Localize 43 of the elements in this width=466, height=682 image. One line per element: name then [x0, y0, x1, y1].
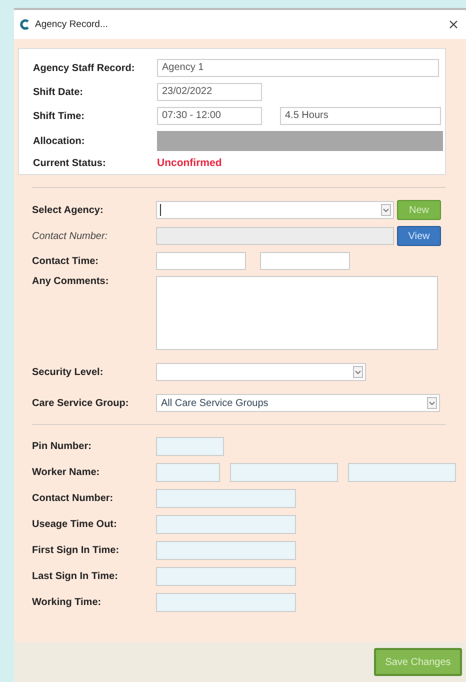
field-label: Select Agency: — [32, 204, 104, 216]
input-field[interactable] — [156, 567, 296, 586]
input-field[interactable] — [156, 489, 296, 508]
status-text: Unconfirmed — [157, 157, 222, 169]
shift-date-field[interactable]: 23/02/2022 — [157, 83, 262, 101]
field-label: Useage Time Out: — [32, 519, 118, 530]
input-field[interactable] — [156, 515, 296, 534]
duration-field[interactable]: 4.5 Hours — [280, 107, 441, 125]
field-label: First Sign In Time: — [32, 545, 120, 556]
shift-time-field[interactable]: 07:30 - 12:00 — [157, 107, 262, 125]
input-field[interactable] — [156, 593, 296, 612]
field-label: Care Service Group: — [32, 398, 130, 408]
field-label: Shift Time: — [33, 110, 86, 122]
care-service-group-dropdown[interactable]: All Care Service Groups — [156, 394, 440, 412]
field-label: Pin Number: — [32, 441, 92, 452]
close-icon[interactable] — [449, 20, 458, 29]
view-button[interactable]: View — [397, 226, 441, 246]
agency-record-field[interactable]: Agency 1 — [157, 59, 439, 77]
field-label: Working Time: — [32, 597, 102, 608]
window-title: Agency Record... — [35, 19, 109, 30]
logo-icon — [20, 19, 29, 30]
input-field[interactable] — [156, 463, 220, 482]
contact-time-field[interactable] — [260, 252, 350, 270]
input-field[interactable] — [156, 541, 296, 560]
field-label: Contact Number: — [32, 493, 114, 504]
field-label: Worker Name: — [32, 467, 101, 478]
input-field[interactable] — [230, 463, 338, 482]
field-label: Contact Time: — [32, 256, 100, 266]
field-label: Agency Staff Record: — [33, 62, 136, 74]
input-field[interactable] — [156, 437, 224, 456]
comments-field[interactable] — [156, 276, 438, 350]
field-label: Current Status: — [33, 158, 107, 168]
security-level-dropdown[interactable] — [156, 363, 366, 381]
field-label: Last Sign In Time: — [32, 571, 119, 582]
input-field[interactable] — [348, 463, 456, 482]
field-label: Allocation: — [33, 136, 86, 146]
contact-number-field[interactable] — [156, 227, 394, 245]
field-label: Security Level: — [32, 366, 104, 378]
agency-dropdown[interactable] — [156, 201, 394, 219]
contact-time-field[interactable] — [156, 252, 246, 270]
field-label: Any Comments: — [32, 276, 110, 287]
field-label: Shift Date: — [33, 86, 84, 98]
field-label: Contact Number: — [32, 230, 109, 242]
